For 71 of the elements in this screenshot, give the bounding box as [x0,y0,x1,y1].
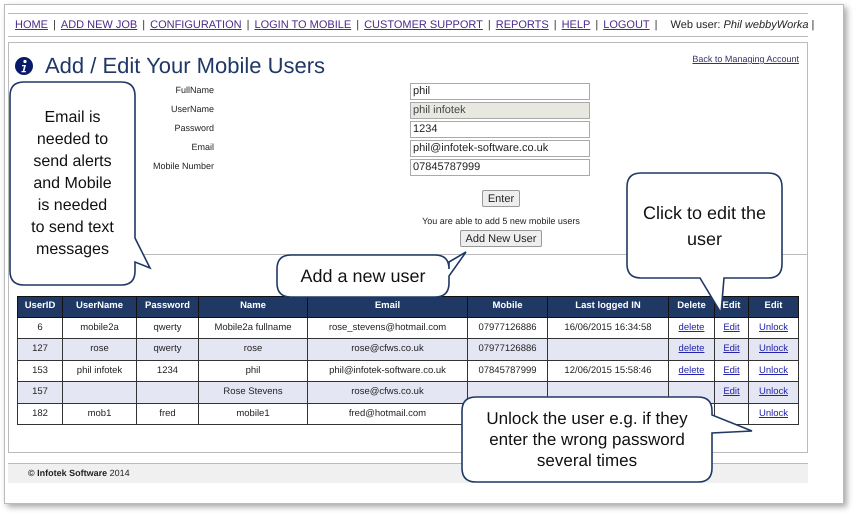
nav-separator: | [246,18,250,33]
notice-text: You are able to add 5 new mobile users [422,215,580,228]
nav-separator: | [654,18,658,33]
table-cell: mobile2a [80,322,119,333]
table-cell: 07977126886 [478,322,537,333]
table-cell: 157 [32,386,48,398]
table-cell: 182 [32,408,48,419]
table-cell: rose [90,343,109,354]
web-user-text: Web user: Phil webbyWorka | [670,18,814,33]
callout-text: Unlock the user e.g. if they enter the wrong password several times [485,408,689,471]
table-cell: fred [159,408,176,419]
nav-separator: | [488,18,491,33]
table-cell: 07845787999 [478,364,537,376]
table-cell: Rose Stevens [223,386,283,398]
field-label: FullName [175,85,214,96]
add-user-button[interactable]: Add New User [460,230,542,246]
nav-link[interactable]: HELP [562,16,590,34]
nav-separator: | [356,18,360,33]
column-header: Password [136,296,198,317]
nav-separator: | [554,18,557,33]
info-icon [15,56,33,74]
table-cell: Mobile2a fullname [214,322,292,333]
column-header: Last logged IN [548,296,668,317]
nav-link[interactable]: CONFIGURATION [150,16,242,34]
table-cell: mobile1 [236,408,270,419]
input-field[interactable]: 07845787999 [410,158,590,176]
table-cell: 6 [37,322,43,333]
field-label: Email [191,142,214,152]
table-cell: qwerty [154,322,182,333]
input-field[interactable]: phil@infotek-software.co.uk [410,140,590,156]
column-header: UserID [18,296,62,317]
callout-text: Email is needed to send alerts and Mobile is needed to send text messages [30,108,115,260]
table-cell: qwerty [154,343,182,354]
table-cell: rose [244,343,262,354]
table-cell: fred@hotmail.com [348,408,426,419]
table-cell: rose_stevens@hotmail.com [328,322,446,333]
field-label: UserName [170,104,214,114]
table-cell: mob1 [88,408,112,419]
table-cell: 16/06/2015 16:34:58 [564,322,652,333]
column-header: UserName [62,296,136,317]
table-cell: rose@cfws.co.uk [351,343,424,354]
nav-link[interactable]: LOGIN TO MOBILE [254,16,352,34]
table-cell: 153 [32,364,48,376]
nav-link[interactable]: ADD NEW JOB [60,16,138,34]
input-field[interactable]: phil [410,82,590,100]
nav-link[interactable]: LOGOUT [603,16,650,34]
table-cell: 127 [32,343,48,354]
table-cell: rose@cfws.co.uk [351,386,424,398]
column-header: Edit [748,296,798,317]
input-field[interactable]: 1234 [410,120,590,138]
page-title: Add / Edit Your Mobile Users [45,52,326,80]
table-cell: phil@infotek-software.co.uk [329,364,446,376]
nav-link[interactable]: HOME [15,16,48,34]
table-cell: 1234 [156,364,178,376]
callout-text: Add a new user [300,265,426,287]
nav-separator: | [595,18,598,33]
enter-button[interactable]: Enter [482,190,520,207]
field-label: Password [174,123,214,134]
nav-separator: | [142,18,146,33]
field-label: Mobile Number [152,161,214,172]
column-header: Mobile [468,296,548,317]
table-cell: 07977126886 [478,343,537,354]
nav-link[interactable]: REPORTS [496,16,549,34]
nav-separator: | [53,18,56,33]
table-cell: phil infotek [76,364,122,376]
table-cell: phil [246,364,260,376]
nav-link[interactable]: CUSTOMER SUPPORT [364,16,483,34]
footer-text: © Infotek Software 2014 [28,466,130,480]
back-link[interactable]: Back to Managing Account [692,53,799,66]
table-cell: 12/06/2015 15:58:46 [564,364,652,376]
callout-text: Click to edit the user [642,202,768,250]
